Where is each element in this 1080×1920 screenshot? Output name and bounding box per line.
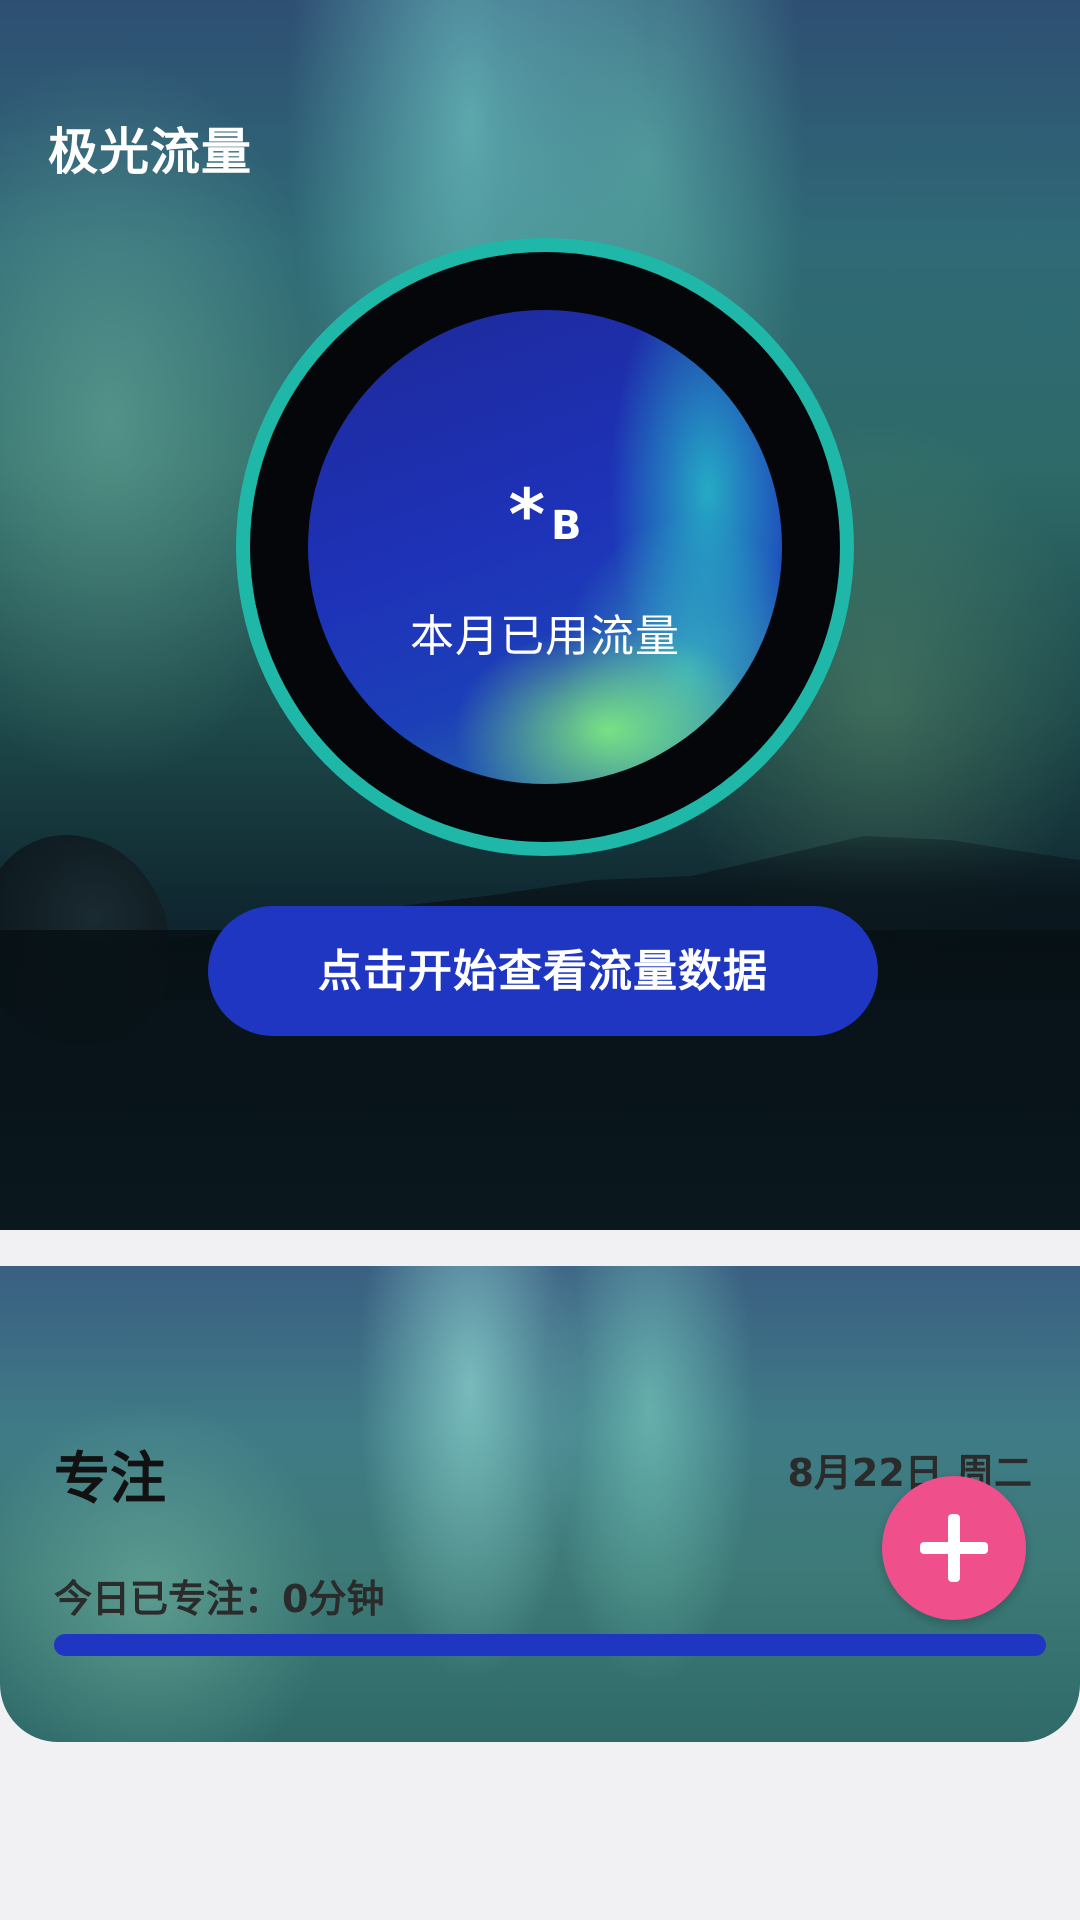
focus-title: 专注 xyxy=(54,1447,166,1512)
usage-value: * B xyxy=(308,480,782,550)
app-title: 极光流量 xyxy=(48,123,252,181)
plus-icon-vertical xyxy=(948,1514,960,1582)
usage-label: 本月已用流量 xyxy=(410,611,680,662)
focus-today-stat: 今日已专注：0分钟 xyxy=(54,1577,385,1621)
start-view-data-button[interactable]: 点击开始查看流量数据 xyxy=(208,906,878,1036)
add-button[interactable] xyxy=(882,1476,1026,1620)
hero-section: 极光流量 * B 本月已用流量 点击开始查看流量数据 xyxy=(0,0,1080,1230)
usage-gauge-inner: * B 本月已用流量 xyxy=(308,310,782,784)
usage-amount: * xyxy=(508,474,546,556)
usage-unit: B xyxy=(551,503,582,549)
focus-progress-bar xyxy=(54,1634,1046,1656)
usage-gauge: * B 本月已用流量 xyxy=(250,252,840,842)
